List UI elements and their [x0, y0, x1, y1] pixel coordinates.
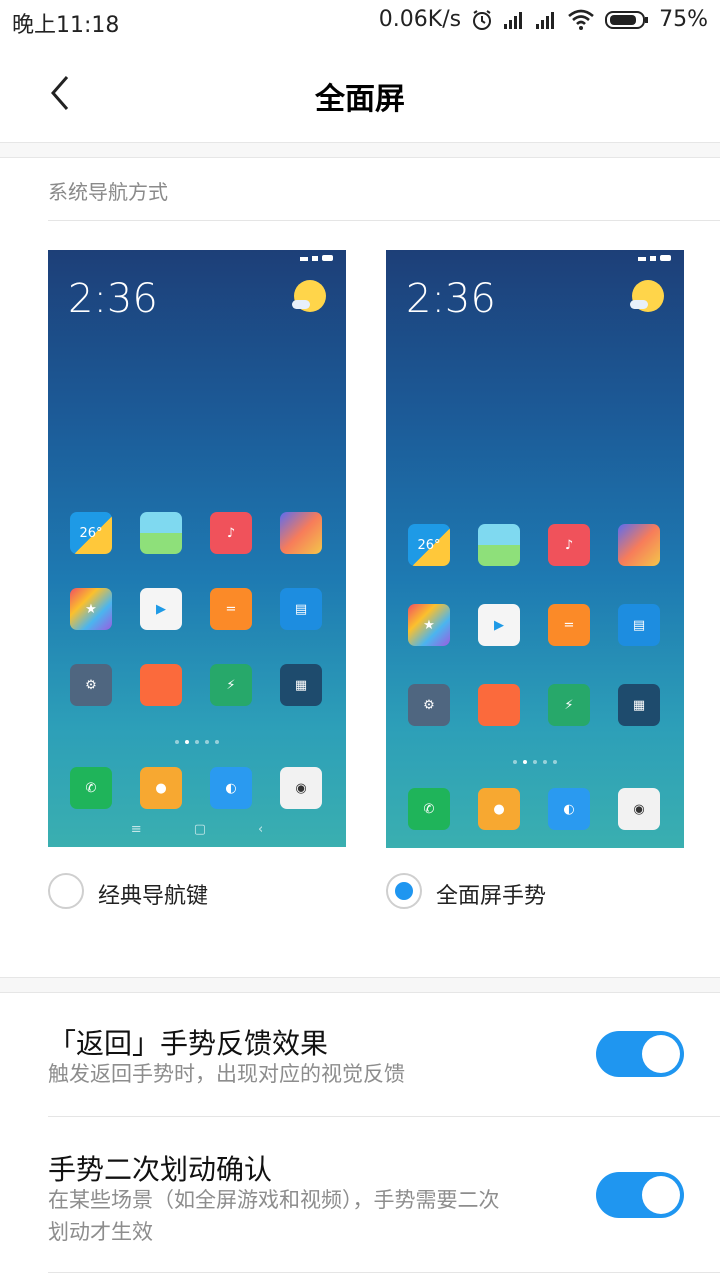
notes-app-icon: ▤ — [280, 588, 322, 630]
favorites-app-icon: ★ — [408, 604, 450, 646]
page-dots — [386, 760, 684, 764]
app-grid: 26° ♪ ★ ▶ = ▤ ⚙ ⚡ ▦ — [408, 524, 664, 726]
weather-app-icon: 26° — [70, 512, 112, 554]
section-divider — [0, 142, 720, 158]
calculator-app-icon: = — [210, 588, 252, 630]
gesture-confirm-toggle[interactable] — [596, 1172, 684, 1218]
back-gesture-feedback-subtitle: 触发返回手势时，出现对应的视觉反馈 — [48, 1062, 405, 1086]
browser-app-icon: ◐ — [548, 788, 590, 830]
dock: ✆ ● ◐ ◉ — [408, 788, 664, 830]
nav-keys: ≡ ▢ ‹ — [48, 822, 346, 837]
menu-key-icon: ≡ — [130, 822, 142, 837]
camera-app-icon: ◉ — [618, 788, 660, 830]
status-icons: 0.06K/s 75% — [379, 7, 708, 32]
security-app-icon: ⚡ — [548, 684, 590, 726]
option-label-classic[interactable]: 经典导航键 — [98, 878, 208, 910]
header: 全面屏 — [0, 42, 720, 142]
page-title: 全面屏 — [315, 82, 405, 117]
gallery-app-icon — [478, 524, 520, 566]
page-dots — [48, 740, 346, 744]
camera-app-icon: ◉ — [280, 767, 322, 809]
radio-fullscreen-gestures[interactable] — [386, 873, 422, 909]
calculator-app-icon: = — [548, 604, 590, 646]
play-app-icon: ▶ — [478, 604, 520, 646]
music-app-icon: ♪ — [548, 524, 590, 566]
preview-clock: 2:36 — [406, 276, 496, 322]
battery-icon — [605, 10, 649, 30]
weather-temp: 26° — [79, 525, 103, 541]
preview-clock: 2:36 — [68, 276, 158, 322]
weather-temp: 26° — [417, 537, 441, 553]
mini-status-icons — [638, 254, 672, 262]
status-time: 晚上11:18 — [12, 13, 120, 38]
cloud-icon — [292, 300, 310, 309]
themes-app-icon — [618, 524, 660, 566]
favorites-app-icon: ★ — [70, 588, 112, 630]
preview-fullscreen-gestures[interactable]: 2:36 26° ♪ ★ ▶ = ▤ ⚙ ⚡ ▦ ✆ ● ◐ ◉ — [386, 250, 684, 848]
dock: ✆ ● ◐ ◉ — [70, 767, 326, 809]
section-label: 系统导航方式 — [48, 180, 168, 204]
themes-app-icon — [280, 512, 322, 554]
notes-app-icon: ▤ — [618, 604, 660, 646]
divider — [48, 220, 720, 221]
mini-status-icons — [300, 254, 334, 262]
status-bar: 晚上11:18 0.06K/s 75% — [0, 0, 720, 42]
messages-app-icon: ● — [478, 788, 520, 830]
signal-icon-2 — [535, 10, 557, 30]
divider — [48, 1272, 720, 1273]
gesture-confirm-title: 手势二次划动确认 — [48, 1153, 273, 1186]
play-app-icon: ▶ — [140, 588, 182, 630]
divider — [48, 1116, 720, 1117]
wifi-icon — [567, 9, 595, 31]
battery-level: 75% — [659, 7, 708, 32]
back-key-icon: ‹ — [258, 822, 264, 837]
back-gesture-feedback-toggle[interactable] — [596, 1031, 684, 1077]
folder-app-icon: ▦ — [618, 684, 660, 726]
preview-classic-nav[interactable]: 2:36 26° ♪ ★ ▶ = ▤ ⚙ ⚡ ▦ ✆ ● ◐ ◉ ≡ ▢ ‹ — [48, 250, 346, 847]
store-app-icon — [140, 664, 182, 706]
folder-app-icon: ▦ — [280, 664, 322, 706]
gallery-app-icon — [140, 512, 182, 554]
back-gesture-feedback-title: 「返回」手势反馈效果 — [48, 1027, 329, 1060]
section-divider — [0, 977, 720, 993]
alarm-icon — [471, 9, 493, 31]
net-speed: 0.06K/s — [378, 7, 462, 32]
store-app-icon — [478, 684, 520, 726]
security-app-icon: ⚡ — [210, 664, 252, 706]
settings-app-icon: ⚙ — [70, 664, 112, 706]
phone-app-icon: ✆ — [408, 788, 450, 830]
option-label-gestures[interactable]: 全面屏手势 — [436, 878, 546, 910]
radio-classic-nav[interactable] — [48, 873, 84, 909]
browser-app-icon: ◐ — [210, 767, 252, 809]
cloud-icon — [630, 300, 648, 309]
weather-app-icon: 26° — [408, 524, 450, 566]
home-key-icon: ▢ — [193, 822, 206, 837]
phone-app-icon: ✆ — [70, 767, 112, 809]
settings-app-icon: ⚙ — [408, 684, 450, 726]
gesture-confirm-subtitle: 在某些场景（如全屏游戏和视频），手势需要二次划动才生效 — [48, 1188, 500, 1244]
app-grid: 26° ♪ ★ ▶ = ▤ ⚙ ⚡ ▦ — [70, 512, 326, 706]
signal-icon — [503, 10, 525, 30]
messages-app-icon: ● — [140, 767, 182, 809]
music-app-icon: ♪ — [210, 512, 252, 554]
